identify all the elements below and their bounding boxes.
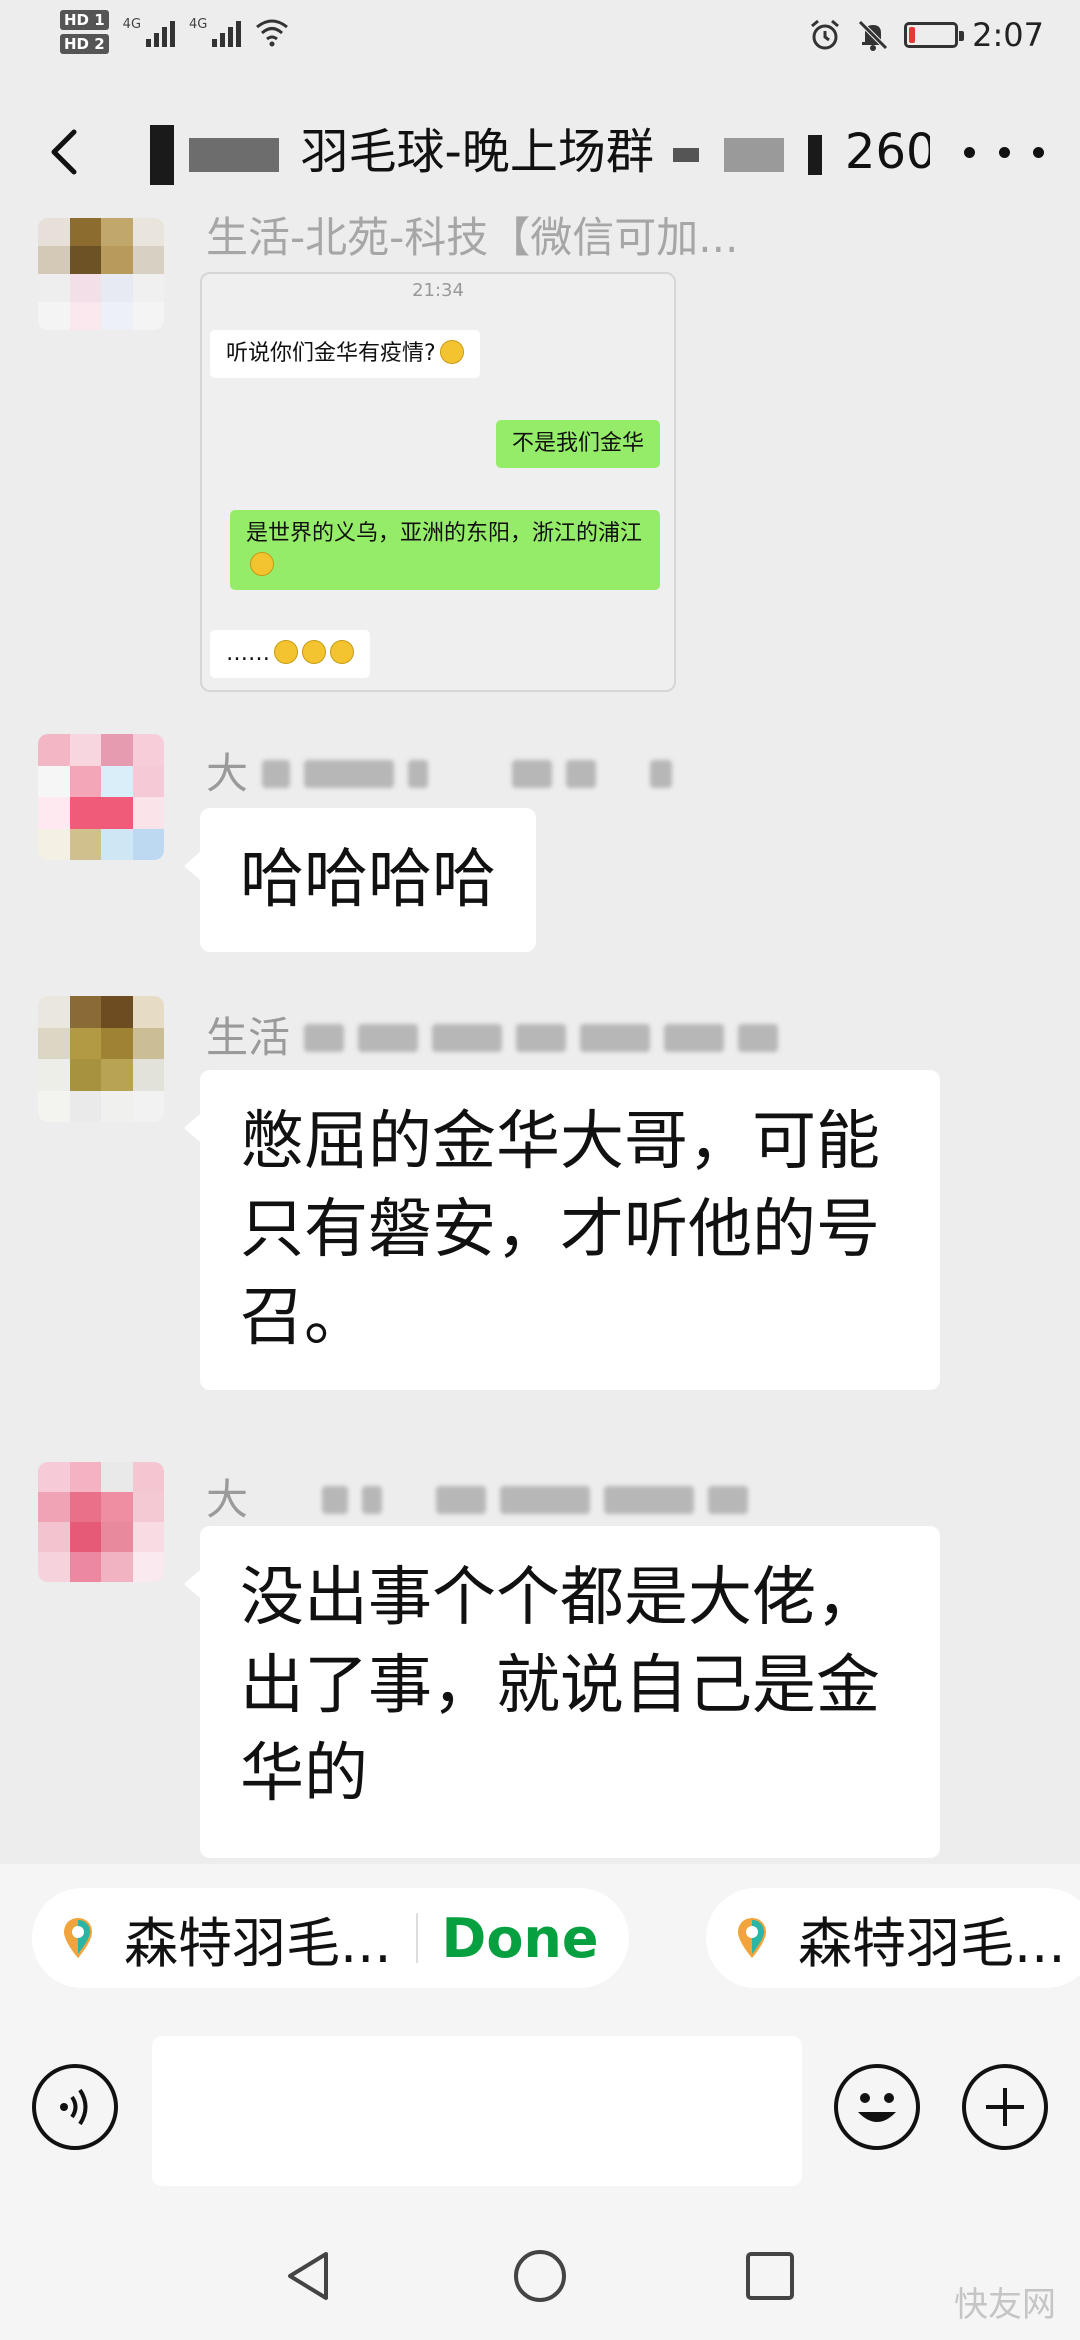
status-right: 2:07 xyxy=(808,16,1044,54)
input-bar xyxy=(0,2012,1080,2212)
chat-title-text: 羽毛球-晚上场群 xyxy=(300,124,654,180)
sender-name: 生活 xyxy=(206,1008,779,1068)
sender-name: 生活-北苑-科技【微信可加... xyxy=(206,213,739,262)
sim2-badge: HD 2 xyxy=(60,34,109,54)
redacted-block xyxy=(807,135,822,175)
emoji-icon xyxy=(274,640,298,664)
more-horizontal-icon[interactable] xyxy=(964,140,1044,164)
watermark: 快友网 xyxy=(954,2285,1056,2325)
emoji-icon[interactable] xyxy=(834,2064,920,2150)
signal-1-icon: 4G xyxy=(122,17,176,47)
emoji-icon xyxy=(302,640,326,664)
screenshot-bubble-out: 是世界的义乌，亚洲的东阳，浙江的浦江 xyxy=(230,510,660,590)
screenshot-bubble-in: …… xyxy=(210,630,370,678)
avatar[interactable] xyxy=(38,996,164,1122)
member-count: 260) xyxy=(844,124,930,180)
chip-divider xyxy=(415,1913,418,1963)
redacted-block xyxy=(150,125,174,185)
screenshot-bubble-in: 听说你们金华有疫情? xyxy=(210,330,480,378)
avatar[interactable] xyxy=(38,218,164,330)
alarm-icon xyxy=(811,19,840,50)
message-bubble[interactable]: 憋屈的金华大哥，可能只有磐安，才听他的号召。 xyxy=(184,1070,940,1390)
avatar[interactable] xyxy=(38,1462,164,1582)
status-bar: HD 1 HD 2 4G 4G 2:07 xyxy=(0,0,1080,80)
redacted-block xyxy=(724,138,785,172)
avatar[interactable] xyxy=(38,734,164,860)
quick-reply-chip[interactable]: 森特羽毛... xyxy=(706,1888,1080,1988)
battery-icon xyxy=(904,22,965,48)
emoji-icon xyxy=(330,640,354,664)
sim1-badge: HD 1 xyxy=(60,10,109,30)
done-button[interactable]: Done xyxy=(442,1907,599,1970)
location-pin-icon xyxy=(64,1918,92,1958)
screenshot-bubble-out: 不是我们金华 xyxy=(495,420,660,468)
chip-label: 森特羽毛... xyxy=(124,1911,392,1975)
nav-home-icon[interactable] xyxy=(500,2236,580,2316)
quick-reply-bar: 森特羽毛... Done 森特羽毛... xyxy=(0,1864,1080,2012)
clock: 2:07 xyxy=(972,16,1044,54)
screenshot-timestamp: 21:34 xyxy=(412,280,464,301)
nav-back-icon[interactable] xyxy=(270,2236,350,2316)
signal-2-icon: 4G xyxy=(189,17,242,47)
image-message[interactable]: 21:34 听说你们金华有疫情? 不是我们金华 是世界的义乌，亚洲的东阳，浙江的… xyxy=(200,272,676,692)
sender-name-text: 大 xyxy=(206,749,249,798)
chevron-left-icon[interactable] xyxy=(36,122,96,182)
status-left: HD 1 HD 2 4G 4G xyxy=(60,10,289,54)
mute-bell-icon xyxy=(858,20,888,51)
redacted-block xyxy=(189,138,280,172)
network-type-2: 4G xyxy=(189,17,208,32)
redacted-block xyxy=(673,148,700,162)
battery-fill xyxy=(909,27,916,43)
network-type-1: 4G xyxy=(122,17,142,32)
sender-name-text: 生活 xyxy=(206,1013,291,1062)
wifi-icon xyxy=(256,19,289,47)
message-input[interactable] xyxy=(152,2036,802,2186)
chat-title[interactable]: 羽毛球-晚上场群 260) xyxy=(150,122,930,185)
sender-name: 大 xyxy=(206,1470,749,1530)
chat-header: 羽毛球-晚上场群 260) xyxy=(0,100,1080,204)
message-bubble[interactable]: 没出事个个都是大佬，出了事，就说自己是金华的 xyxy=(184,1526,940,1858)
chip-label: 森特羽毛... xyxy=(798,1911,1066,1975)
plus-icon[interactable] xyxy=(962,2064,1048,2150)
sim-indicators: HD 1 HD 2 xyxy=(60,10,109,54)
sender-name-text: 大 xyxy=(206,1475,249,1524)
system-nav-bar: 快友网 xyxy=(0,2212,1080,2340)
nav-recents-icon[interactable] xyxy=(730,2236,810,2316)
voice-icon[interactable] xyxy=(32,2064,118,2150)
location-pin-icon xyxy=(738,1918,766,1958)
quick-reply-chip[interactable]: 森特羽毛... Done xyxy=(32,1888,629,1988)
message-bubble[interactable]: 哈哈哈哈 xyxy=(184,808,536,952)
sender-name: 大 xyxy=(206,744,673,804)
emoji-icon xyxy=(250,552,274,576)
emoji-icon xyxy=(439,340,464,364)
